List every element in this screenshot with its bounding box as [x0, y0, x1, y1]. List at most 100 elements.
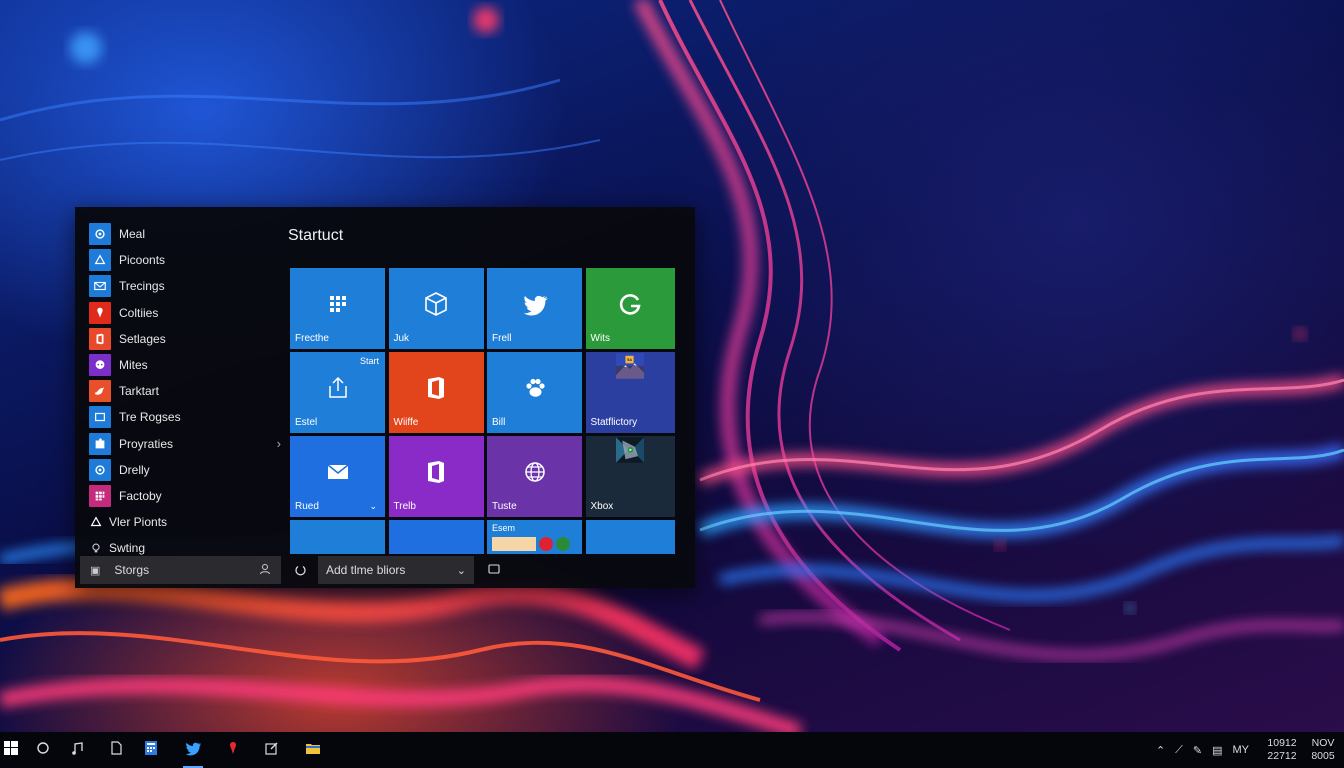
app-list-item[interactable]: Factoby [89, 483, 281, 509]
app-list-item[interactable]: Drelly [89, 457, 281, 483]
app-list-item-label: Drelly [119, 462, 150, 477]
app-list-item[interactable]: Trecings [89, 273, 281, 299]
app-list-item-label: Tarktart [119, 384, 160, 399]
app-list-item[interactable]: Vler Pionts [89, 509, 281, 535]
tile[interactable]: Tuste [487, 436, 582, 517]
tile-label: Trelb [393, 501, 416, 512]
chevron-down-icon: ⌄ [369, 501, 377, 511]
windows-icon [4, 741, 18, 759]
chevron-right-icon[interactable]: › [277, 436, 281, 451]
twitter-icon [183, 739, 203, 761]
app-list-item-label: Vler Pionts [109, 515, 168, 530]
tile-label: Tuste [492, 501, 517, 512]
network-icon[interactable]: ⟋ [1175, 744, 1183, 757]
settings-icon [89, 249, 111, 272]
tile[interactable]: Rued ⌄ [290, 436, 385, 517]
tile-partial[interactable] [388, 520, 484, 554]
camera-icon: ▣ [90, 564, 101, 577]
tile-partial[interactable]: Esem [487, 520, 582, 554]
taskbar-windows-button[interactable] [0, 732, 22, 768]
date-line-1: NOV [1311, 737, 1335, 749]
clock[interactable]: 10912 22712 [1262, 737, 1302, 763]
photo-thumbnails-icon [492, 537, 570, 551]
date-line-2: 8005 [1311, 750, 1335, 762]
tile-partial[interactable] [290, 520, 385, 554]
app-list-item[interactable]: Setlages [89, 326, 281, 352]
tile[interactable]: Bill [487, 352, 582, 433]
person-icon [259, 563, 271, 578]
file-icon [110, 741, 122, 759]
search-icon [36, 741, 50, 759]
app-list-item-label: Factoby [119, 488, 162, 503]
tile-label: Frell [492, 333, 512, 344]
language-indicator[interactable]: MY [1233, 744, 1250, 756]
taskbar-file-button[interactable] [98, 732, 134, 768]
grid-icon [290, 290, 385, 323]
tile[interactable]: Frecthe [290, 268, 385, 349]
taskbar-pin-button[interactable] [215, 732, 251, 768]
app-list-item[interactable]: Proyraties › [89, 431, 281, 457]
chevron-up-icon[interactable]: ⌃ [1156, 744, 1165, 757]
add-tiles-dropdown-label: Add tlme bliors [326, 563, 406, 577]
desktop-wallpaper: Meal Picoonts Trecings Coltiies Setlages Mite… [0, 0, 1344, 732]
app-list-item-label: Picoonts [119, 253, 166, 268]
tile[interactable]: Wits [585, 268, 675, 349]
paw-icon [487, 374, 582, 407]
tile-label: Bill [492, 417, 506, 428]
tile[interactable]: Trelb [388, 436, 484, 517]
date[interactable]: NOV 8005 [1306, 737, 1340, 763]
tile[interactable]: Juk [388, 268, 484, 349]
chat-icon [89, 354, 111, 377]
app-list-item-label: Tre Rogses [119, 410, 181, 425]
app-list-item[interactable]: Coltiies [89, 300, 281, 326]
gear-icon [89, 223, 111, 246]
bird-icon [89, 380, 111, 403]
tile-label: Esem [492, 523, 516, 533]
taskbar-twitter-button[interactable] [175, 732, 211, 768]
taskbar-calculator-button[interactable] [133, 732, 169, 768]
window-icon [89, 406, 111, 429]
notes-icon[interactable]: ▤ [1212, 744, 1222, 757]
expand-icon[interactable] [488, 563, 500, 578]
app-list-item[interactable]: Picoonts [89, 247, 281, 273]
tile-partial[interactable] [585, 520, 675, 554]
app-list-item-label: Coltiies [119, 305, 159, 320]
tile-label: Wiiffe [393, 417, 419, 428]
office-icon [389, 458, 484, 491]
globe-icon [487, 458, 582, 491]
app-list-item[interactable]: Mites [89, 352, 281, 378]
app-list-item-label: Swting [109, 541, 146, 556]
calculator-icon [144, 740, 158, 760]
taskbar-edit-button[interactable] [254, 732, 290, 768]
start-menu-bottom-bar: ▣ Storgs Add tlme bliors ⌄ [75, 555, 695, 588]
tile[interactable]: Frell [487, 268, 582, 349]
tile[interactable]: ƎA Statflictory [585, 352, 675, 433]
tile-label: Rued [295, 501, 319, 512]
tile-label: Xbox [590, 501, 614, 512]
edit-icon[interactable]: ✎ [1193, 744, 1202, 757]
tile[interactable]: Xbox [585, 436, 675, 517]
account-button[interactable]: ▣ Storgs [80, 556, 281, 584]
svg-text:ƎA: ƎA [627, 358, 633, 362]
chevron-down-icon: ⌄ [456, 564, 466, 577]
app-list-item-label: Mites [119, 358, 148, 373]
gear-icon [89, 458, 111, 481]
taskbar-search-button[interactable] [25, 732, 61, 768]
add-tiles-dropdown[interactable]: Add tlme bliors ⌄ [318, 556, 474, 584]
puzzle-icon [89, 432, 111, 455]
mail-icon [89, 275, 111, 298]
app-list-item-label: Proyraties [119, 436, 174, 451]
tile[interactable]: Wiiffe [388, 352, 484, 433]
app-list-item[interactable]: Tarktart [89, 378, 281, 404]
mountain-photo-icon: ƎA [586, 352, 675, 385]
taskbar-folder-button[interactable] [295, 732, 331, 768]
office-icon [89, 327, 111, 350]
app-list-item[interactable]: Meal [89, 221, 281, 247]
account-label: Storgs [114, 563, 150, 577]
tile[interactable]: Estel Start [290, 352, 385, 433]
app-list-item[interactable]: Tre Rogses [89, 404, 281, 430]
share-icon [290, 374, 385, 407]
taskbar-music-button[interactable] [60, 732, 96, 768]
app-list-item-label: Trecings [119, 279, 165, 294]
power-icon[interactable] [294, 563, 307, 579]
